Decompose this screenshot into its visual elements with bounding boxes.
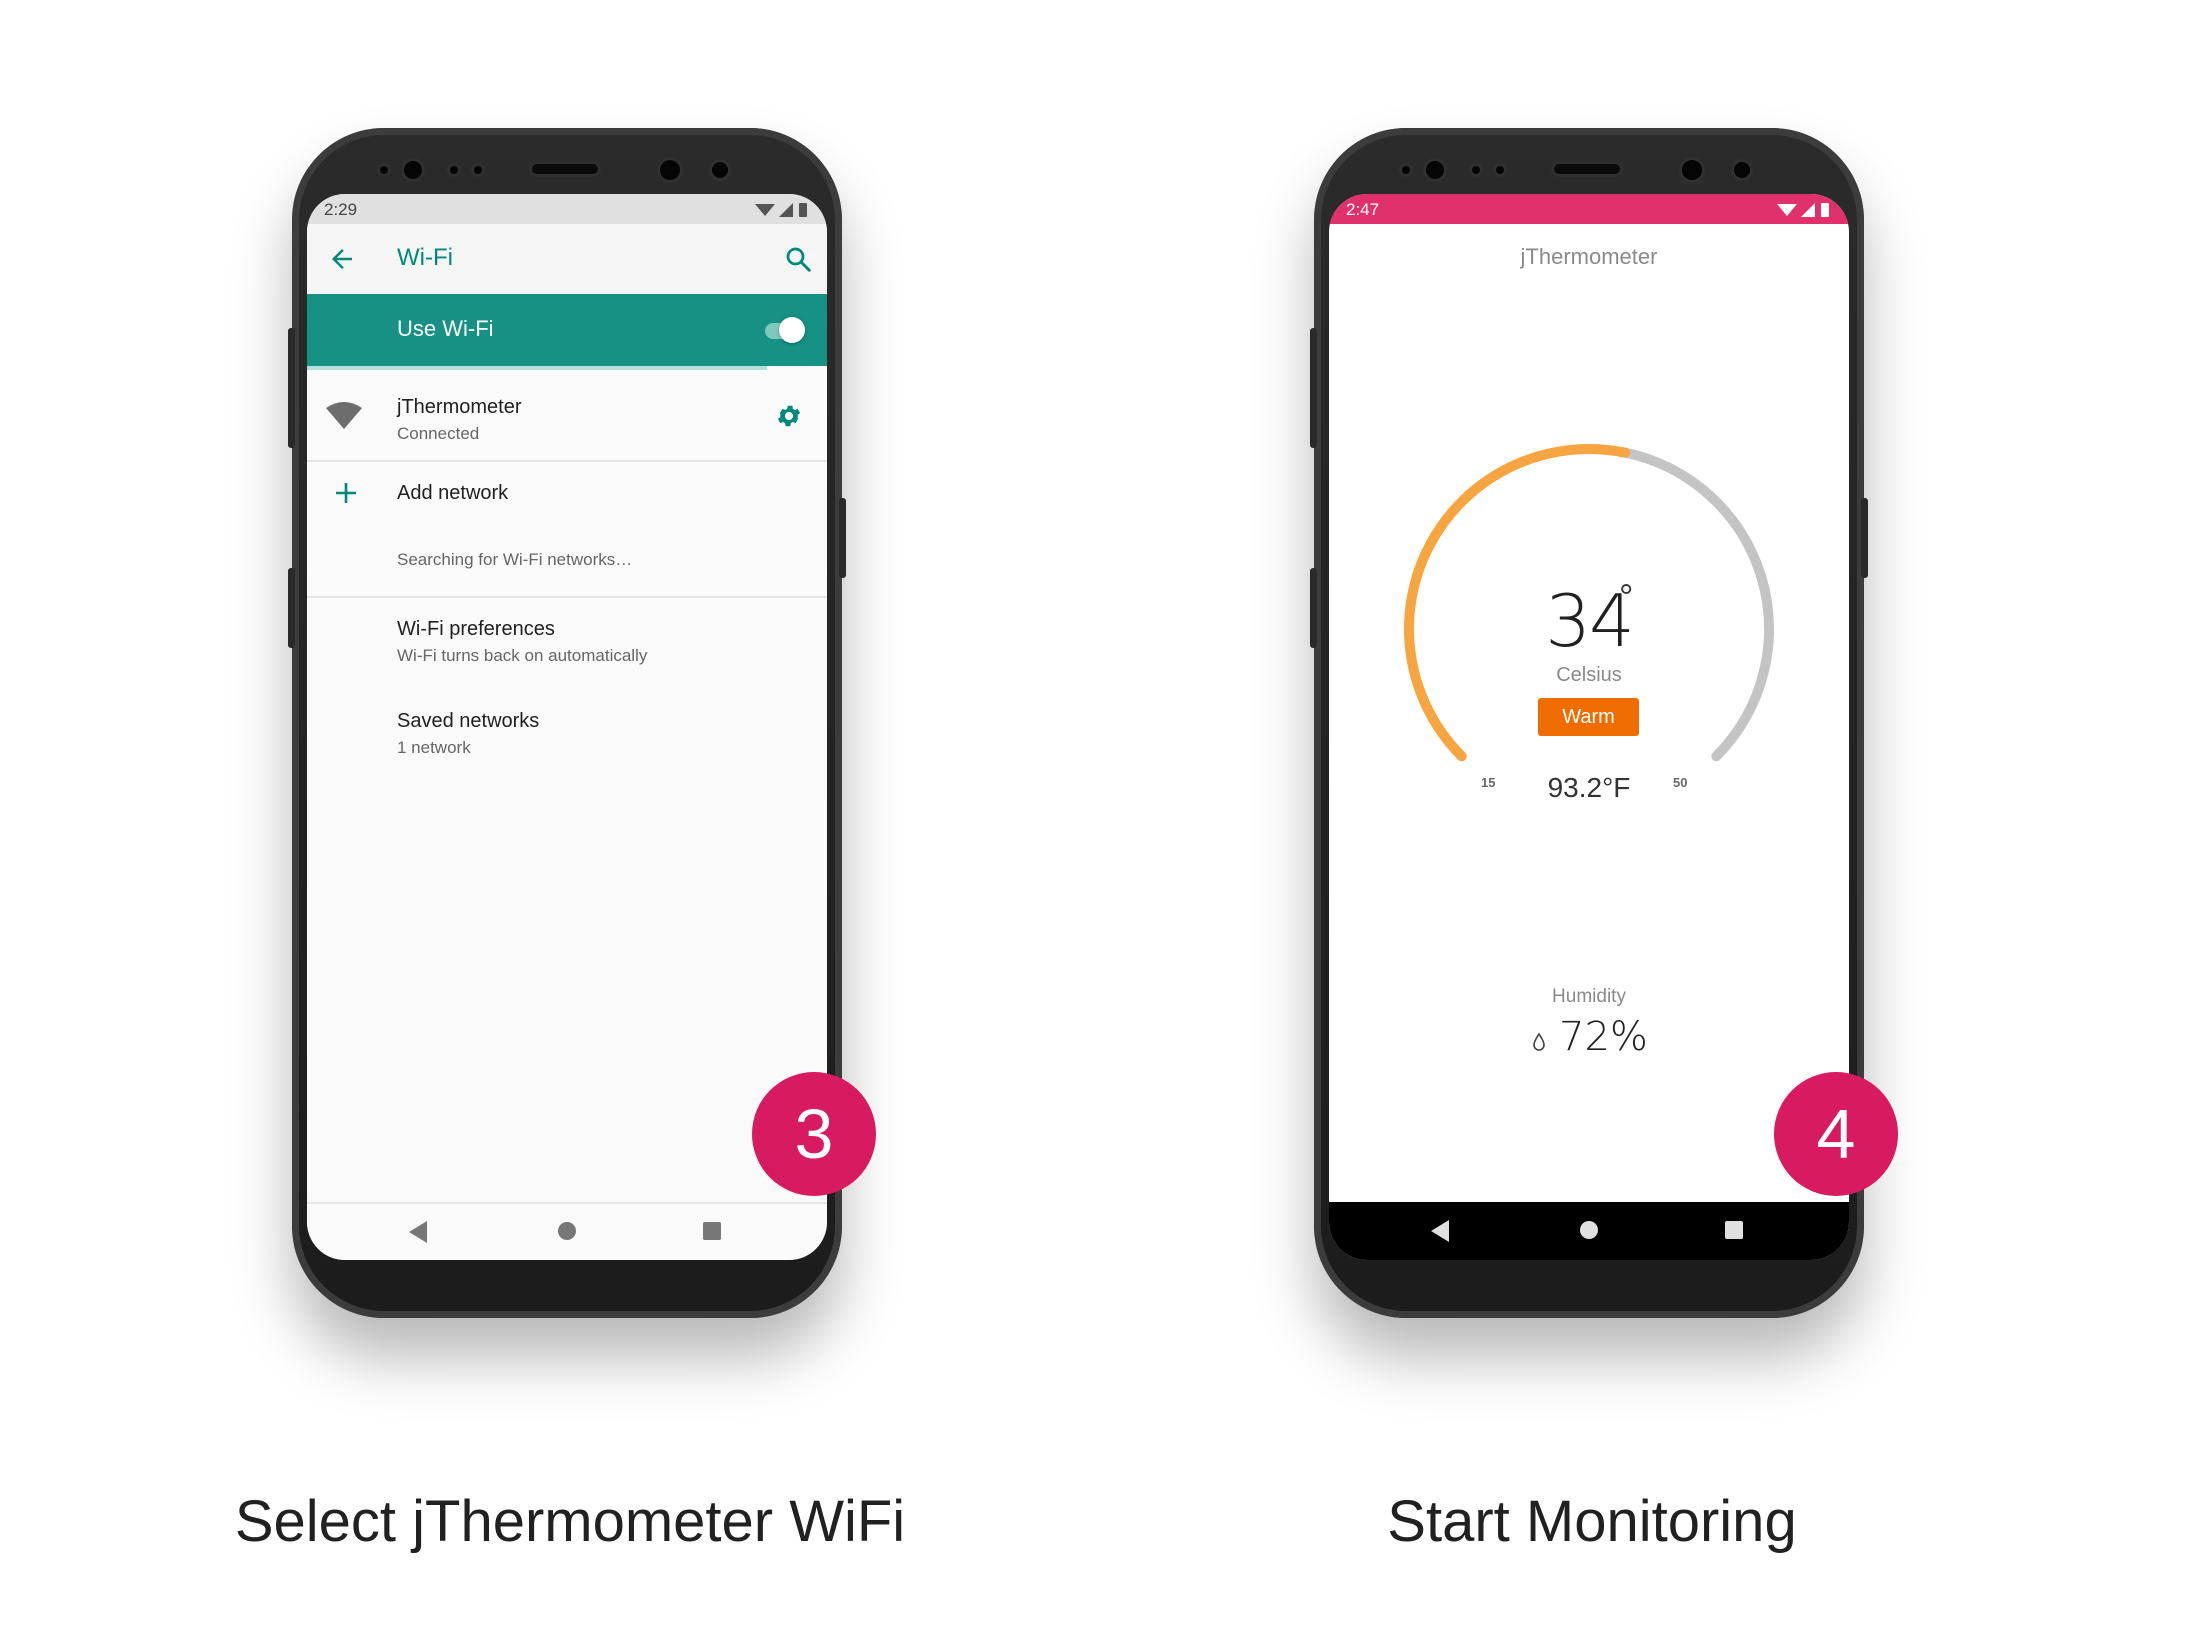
power-key [839, 498, 846, 578]
use-wifi-row[interactable]: Use Wi-Fi [307, 294, 827, 366]
earpiece-speaker [532, 164, 598, 174]
battery-icon [1821, 203, 1829, 217]
sensor-dot [1496, 166, 1504, 174]
temperature-value: 34 [1545, 579, 1635, 663]
volume-key [288, 328, 295, 448]
wifi-preferences-item[interactable]: Wi-Fi preferences Wi-Fi turns back on au… [307, 598, 827, 688]
bixby-key [288, 568, 295, 648]
status-badge: Warm [1538, 698, 1639, 736]
gear-icon[interactable] [775, 402, 803, 430]
wifi-preferences-subtitle: Wi-Fi turns back on automatically [397, 646, 648, 665]
app-bar: Wi-Fi [307, 224, 827, 294]
step-badge-3: 3 [752, 1072, 876, 1196]
navigation-bar [307, 1202, 827, 1260]
battery-icon [799, 203, 807, 217]
status-time: 2:29 [324, 200, 358, 219]
nav-recents-icon[interactable] [1725, 1221, 1743, 1239]
saved-networks-item[interactable]: Saved networks 1 network [307, 690, 827, 780]
wifi-preferences-title: Wi-Fi preferences [397, 618, 555, 640]
page-title: Wi-Fi [397, 244, 453, 271]
add-network-label: Add network [397, 482, 509, 504]
iris-scanner [1734, 162, 1750, 178]
sensor-dot [1402, 166, 1410, 174]
sensor-dot [474, 166, 482, 174]
earpiece-speaker [1554, 164, 1620, 174]
plus-icon [336, 483, 356, 503]
nav-home-icon[interactable] [558, 1222, 576, 1240]
wifi-status-icon [1777, 204, 1797, 216]
signal-icon [779, 203, 793, 217]
back-arrow-icon[interactable] [327, 244, 357, 274]
status-bar: 2:29 [307, 194, 827, 224]
degree-symbol: ° [1619, 576, 1634, 617]
signal-icon [1801, 203, 1815, 217]
sensor-dot [450, 166, 458, 174]
power-key [1861, 498, 1868, 578]
add-network-item[interactable]: Add network [307, 462, 827, 522]
status-icons [755, 203, 807, 217]
search-icon[interactable] [783, 244, 813, 274]
status-time: 2:47 [1346, 200, 1380, 219]
iris-camera [404, 161, 422, 179]
status-icons [1777, 203, 1829, 217]
searching-text: Searching for Wi-Fi networks… [397, 550, 633, 569]
volume-key [1310, 328, 1317, 448]
step-badge-4: 4 [1774, 1072, 1898, 1196]
front-camera [660, 160, 680, 180]
temperature-unit: Celsius [1556, 664, 1622, 686]
network-status: Connected [397, 424, 480, 443]
bixby-key [1310, 568, 1317, 648]
wifi-toggle[interactable] [761, 316, 807, 344]
front-camera [1682, 160, 1702, 180]
sensor-dot [1472, 166, 1480, 174]
network-item-jthermometer[interactable]: jThermometer Connected [307, 370, 827, 460]
sensor-dot [380, 166, 388, 174]
app-title: jThermometer [1520, 244, 1658, 269]
nav-home-icon[interactable] [1580, 1221, 1598, 1239]
iris-camera [1426, 161, 1444, 179]
iris-scanner [712, 162, 728, 178]
humidity-label: Humidity [1552, 986, 1626, 1007]
humidity-value: 72% [1559, 1014, 1648, 1060]
use-wifi-label: Use Wi-Fi [397, 316, 494, 341]
caption-step-4: Start Monitoring [1387, 1489, 1797, 1554]
navigation-bar [1329, 1202, 1849, 1260]
nav-back-icon[interactable] [409, 1221, 427, 1243]
toggle-thumb [779, 317, 805, 343]
caption-step-3: Select jThermometer WiFi [234, 1489, 906, 1554]
wifi-settings-screen: 2:29 Wi-Fi Use Wi-Fi jThermometer Connec… [307, 194, 827, 1260]
saved-networks-subtitle: 1 network [397, 738, 471, 757]
wifi-signal-icon [326, 402, 362, 429]
network-name: jThermometer [397, 396, 522, 418]
saved-networks-title: Saved networks [397, 710, 540, 732]
status-bar: 2:47 [1329, 194, 1849, 224]
wifi-status-icon [755, 204, 775, 216]
nav-back-icon[interactable] [1431, 1220, 1449, 1242]
water-drop-icon [1533, 1032, 1545, 1051]
fahrenheit-value: 93.2°F [1547, 772, 1631, 803]
nav-recents-icon[interactable] [703, 1222, 721, 1240]
thermometer-screen: 2:47 jThermometer 34 ° Celsius Warm 15 5… [1329, 194, 1849, 1260]
